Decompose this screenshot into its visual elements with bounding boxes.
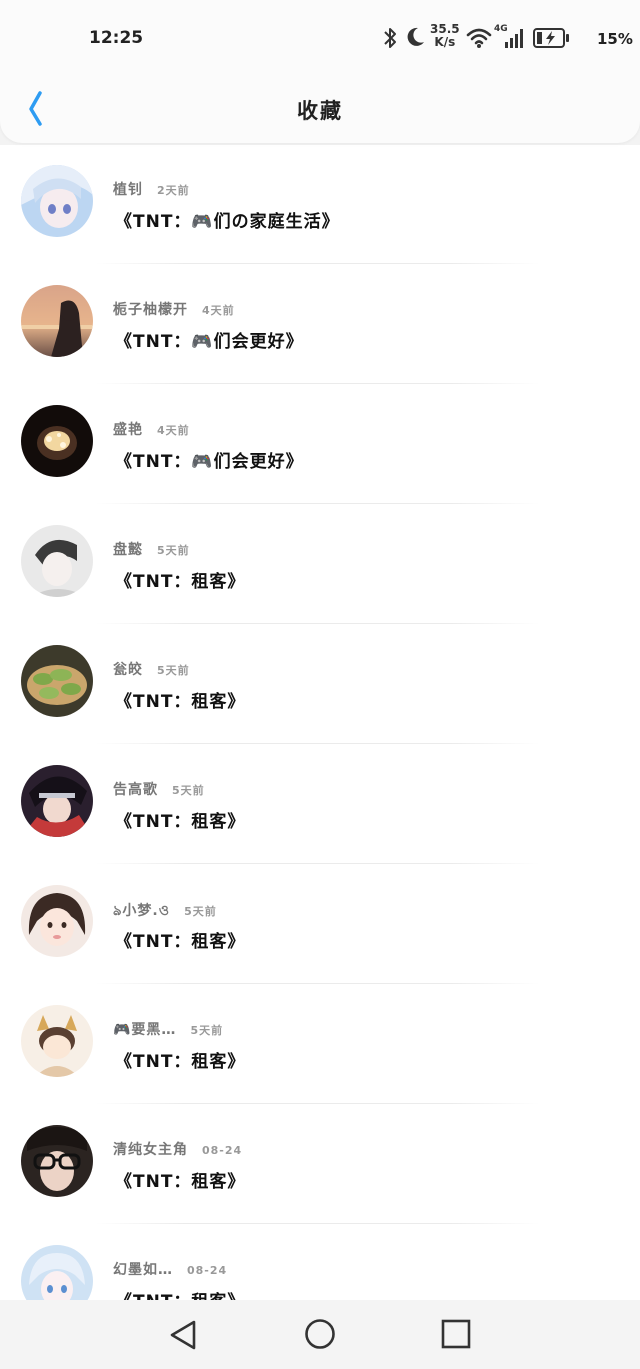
status-icons: 35.5 K/s 4G 15% — [370, 20, 640, 60]
avatar — [21, 1005, 93, 1077]
favorite-item[interactable]: 瓮皎 5天前 《TNT：租客》 — [0, 625, 640, 745]
post-time: 08-24 — [202, 1144, 243, 1157]
avatar — [21, 645, 93, 717]
home-circle-icon — [305, 1319, 335, 1349]
divider — [95, 383, 540, 384]
divider — [95, 1223, 540, 1224]
app-bar: 收藏 — [0, 80, 640, 140]
page-title: 收藏 — [297, 99, 343, 123]
battery-charging-icon — [533, 28, 569, 48]
favorites-list[interactable]: 植钊 2天前 《TNT：🎮们の家庭生活》 栀子柚檬开 4天前 《TNT：🎮们会更好》 — [0, 145, 640, 1300]
net-speed: 35.5 K/s — [430, 23, 460, 49]
post-time: 4天前 — [157, 424, 190, 437]
post-time: 5天前 — [190, 1024, 224, 1037]
favorite-item[interactable]: 栀子柚檬开 4天前 《TNT：🎮们会更好》 — [0, 265, 640, 385]
favorite-item[interactable]: 🎮要黑… 5天前 《TNT：租客》 — [0, 985, 640, 1105]
divider — [95, 743, 540, 744]
user-name-line: 幻墨如… 08-24 — [113, 1259, 227, 1279]
post-time: 5天前 — [157, 664, 190, 677]
favorite-item[interactable]: 清纯女主角 08-24 《TNT：租客》 — [0, 1105, 640, 1225]
user-name-line: ঌ小梦.ও 5天前 — [113, 899, 217, 923]
divider — [95, 503, 540, 504]
divider — [95, 263, 540, 264]
username: 幻墨如… — [113, 1262, 173, 1278]
collection-title: 《TNT：租客》 — [115, 932, 246, 952]
avatar — [21, 1245, 93, 1300]
post-time: 08-24 — [187, 1264, 228, 1277]
collection-title: 《TNT：🎮们会更好》 — [115, 332, 304, 352]
username: 清纯女主角 — [113, 1142, 188, 1158]
divider — [95, 1103, 540, 1104]
favorite-item[interactable]: 盘懿 5天前 《TNT：租客》 — [0, 505, 640, 625]
collection-title: 《TNT：租客》 — [115, 572, 246, 592]
username: 盛艳 — [113, 422, 143, 438]
collection-title: 《TNT：租客》 — [115, 1052, 246, 1072]
user-name-line: 盘懿 5天前 — [113, 539, 190, 559]
collection-title: 《TNT：租客》 — [115, 812, 246, 832]
net-speed-unit: K/s — [434, 35, 456, 49]
avatar — [21, 285, 93, 357]
post-time: 4天前 — [202, 304, 235, 317]
username: 🎮要黑… — [113, 1022, 177, 1038]
avatar — [21, 1125, 93, 1197]
avatar — [21, 525, 93, 597]
collection-title: 《TNT：租客》 — [115, 1287, 245, 1300]
collection-title: 《TNT：🎮们会更好》 — [115, 452, 304, 472]
avatar — [21, 405, 93, 477]
system-nav-bar — [0, 1300, 640, 1369]
status-bar: 12:25 35.5 K/s 4G 15% — [0, 0, 640, 80]
username: 栀子柚檬开 — [113, 302, 188, 318]
user-name-line: 告高歌 5天前 — [113, 779, 205, 799]
status-time: 12:25 — [89, 28, 144, 48]
top-bar: 12:25 35.5 K/s 4G 15% 收藏 — [0, 0, 640, 143]
user-name-line: 🎮要黑… 5天前 — [113, 1019, 223, 1039]
battery-percent: 15% — [597, 30, 633, 48]
avatar — [21, 765, 93, 837]
username: 瓮皎 — [113, 662, 143, 678]
nav-home-button[interactable] — [300, 1316, 340, 1356]
favorite-item[interactable]: 植钊 2天前 《TNT：🎮们の家庭生活》 — [0, 145, 640, 265]
back-triangle-icon — [170, 1320, 196, 1350]
divider — [95, 623, 540, 624]
username: ঌ小梦.ও — [113, 903, 171, 919]
nav-recents-button[interactable] — [436, 1316, 476, 1356]
user-name-line: 栀子柚檬开 4天前 — [113, 299, 235, 319]
user-name-line: 植钊 2天前 — [113, 179, 190, 199]
moon-icon — [407, 27, 424, 46]
collection-title: 《TNT：🎮们の家庭生活》 — [115, 212, 340, 232]
favorite-item[interactable]: 盛艳 4天前 《TNT：🎮们会更好》 — [0, 385, 640, 505]
bluetooth-icon — [384, 28, 396, 48]
post-time: 5天前 — [157, 544, 190, 557]
divider — [95, 983, 540, 984]
avatar — [21, 165, 93, 237]
signal-icon — [505, 29, 523, 48]
post-time: 2天前 — [157, 184, 190, 197]
favorite-item[interactable]: ঌ小梦.ও 5天前 《TNT：租客》 — [0, 865, 640, 985]
username: 盘懿 — [113, 542, 143, 558]
post-time: 5天前 — [172, 784, 205, 797]
favorite-item[interactable]: 告高歌 5天前 《TNT：租客》 — [0, 745, 640, 865]
collection-title: 《TNT：租客》 — [115, 692, 246, 712]
wifi-icon — [466, 28, 492, 48]
post-time: 5天前 — [184, 905, 217, 918]
avatar — [21, 885, 93, 957]
user-name-line: 清纯女主角 08-24 — [113, 1139, 242, 1159]
recents-square-icon — [441, 1319, 471, 1349]
user-name-line: 盛艳 4天前 — [113, 419, 190, 439]
username: 植钊 — [113, 182, 143, 198]
divider — [95, 863, 540, 864]
username: 告高歌 — [113, 782, 158, 798]
favorite-item[interactable]: 幻墨如… 08-24 《TNT：租客》 — [0, 1225, 640, 1300]
nav-back-button[interactable] — [164, 1316, 204, 1356]
collection-title: 《TNT：租客》 — [115, 1172, 246, 1192]
user-name-line: 瓮皎 5天前 — [113, 659, 190, 679]
